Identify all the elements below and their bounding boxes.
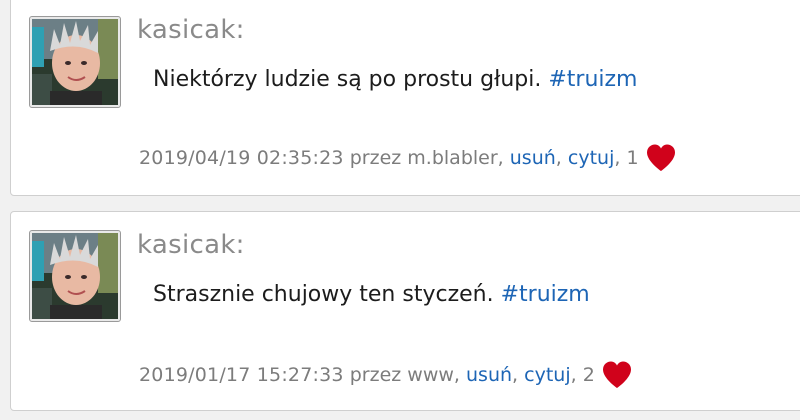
separator: ,: [512, 364, 525, 386]
separator: ,: [555, 147, 568, 169]
post-meta: 2019/01/17 15:27:33 przez www , usuń , c…: [139, 360, 633, 390]
post-text: Strasznie chujowy ten styczeń.: [153, 282, 494, 307]
delete-link[interactable]: usuń: [510, 147, 556, 169]
post-message: Strasznie chujowy ten styczeń. #truizm: [153, 282, 590, 307]
separator: ,: [497, 147, 510, 169]
hashtag-link[interactable]: #truizm: [548, 67, 637, 92]
post-card: kasicak: Niektórzy ludzie są po prostu g…: [10, 0, 800, 196]
by-user: www: [407, 364, 454, 386]
post-card: kasicak: Strasznie chujowy ten styczeń. …: [10, 211, 800, 411]
quote-link[interactable]: cytuj: [524, 364, 570, 386]
heart-icon[interactable]: [601, 360, 633, 390]
post-message: Niektórzy ludzie są po prostu głupi. #tr…: [153, 67, 637, 92]
post-timestamp: 2019/01/17 15:27:33: [139, 364, 344, 386]
avatar[interactable]: [29, 16, 121, 108]
post-feed: kasicak: Niektórzy ludzie są po prostu g…: [0, 0, 800, 420]
post-timestamp: 2019/04/19 02:35:23: [139, 147, 344, 169]
post-text: Niektórzy ludzie są po prostu głupi.: [153, 67, 542, 92]
post-author[interactable]: kasicak:: [137, 15, 245, 45]
like-count: 1: [626, 147, 639, 169]
separator: ,: [614, 147, 627, 169]
post-author[interactable]: kasicak:: [137, 230, 245, 260]
avatar[interactable]: [29, 230, 121, 322]
heart-icon[interactable]: [645, 143, 677, 173]
separator: ,: [570, 364, 583, 386]
quote-link[interactable]: cytuj: [568, 147, 614, 169]
avatar-image: [32, 233, 118, 319]
by-user: m.blabler: [407, 147, 498, 169]
hashtag-link[interactable]: #truizm: [501, 282, 590, 307]
separator: ,: [453, 364, 467, 386]
post-meta: 2019/04/19 02:35:23 przez m.blabler , us…: [139, 143, 677, 173]
like-count: 2: [582, 364, 595, 386]
avatar-image: [32, 19, 118, 105]
delete-link[interactable]: usuń: [466, 364, 512, 386]
by-prefix: przez: [349, 364, 402, 386]
by-prefix: przez: [349, 147, 402, 169]
